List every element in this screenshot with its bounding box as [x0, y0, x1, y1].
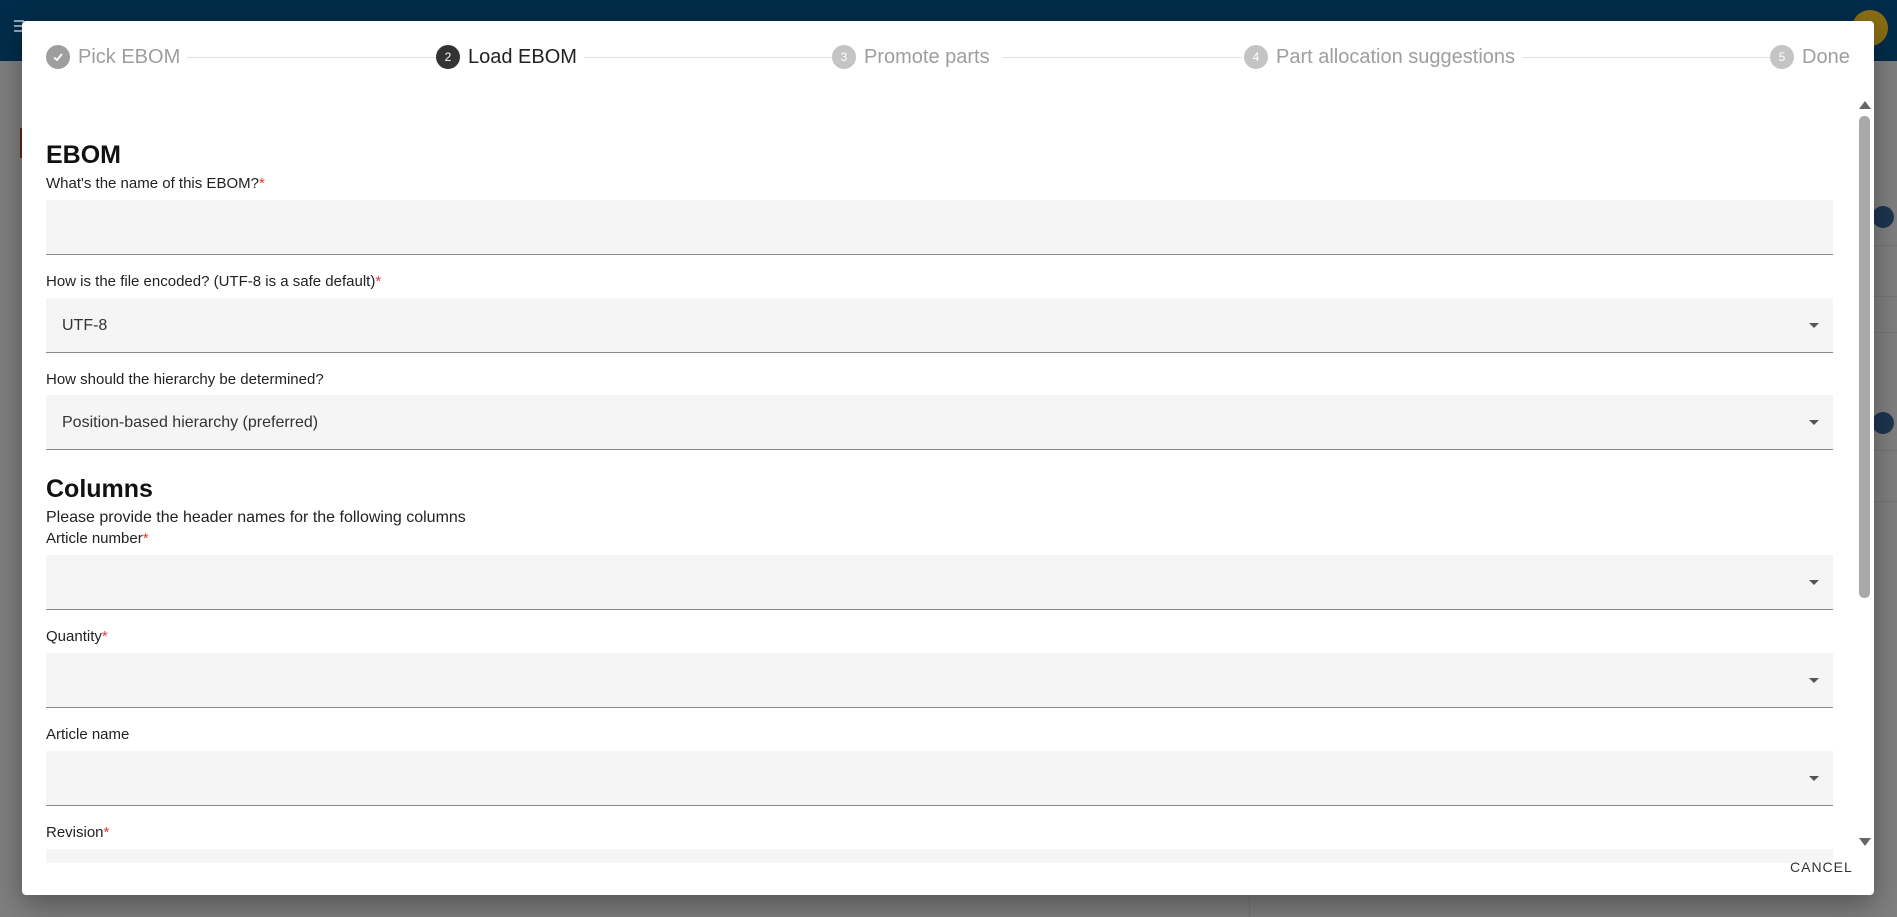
step-load-ebom[interactable]: 2 Load EBOM: [436, 45, 577, 69]
step-connector: [584, 57, 840, 58]
encoding-label: How is the file encoded? (UTF-8 is a saf…: [46, 273, 382, 290]
scroll-thumb[interactable]: [1859, 116, 1870, 598]
ebom-heading: EBOM: [46, 141, 121, 169]
step-label: Done: [1802, 45, 1850, 68]
step-label: Part allocation suggestions: [1276, 45, 1516, 68]
step-label: Load EBOM: [468, 45, 577, 68]
step-connector: [1522, 57, 1782, 58]
step-number: 5: [1770, 45, 1794, 69]
import-ebom-dialog: Pick EBOM 2 Load EBOM 3 Promote parts 4 …: [22, 21, 1874, 895]
hierarchy-label: How should the hierarchy be determined?: [46, 371, 324, 388]
step-number: 2: [436, 45, 460, 69]
step-connector: [1002, 57, 1242, 58]
cancel-button[interactable]: CANCEL: [1790, 859, 1853, 875]
revision-label: Revision*: [46, 824, 110, 841]
step-done[interactable]: 5 Done: [1770, 45, 1850, 69]
ebom-name-label: What's the name of this EBOM?*: [46, 175, 265, 192]
hierarchy-select[interactable]: Position-based hierarchy (preferred): [46, 395, 1833, 450]
step-label: Pick EBOM: [78, 45, 181, 68]
step-connector: [187, 57, 437, 58]
chevron-down-icon: [1809, 323, 1819, 328]
ebom-name-input[interactable]: [46, 200, 1833, 255]
step-pick-ebom[interactable]: Pick EBOM: [46, 45, 180, 69]
revision-select[interactable]: [46, 849, 1833, 863]
step-number: 3: [832, 45, 856, 69]
app-badge: [1872, 412, 1894, 434]
stepper: Pick EBOM 2 Load EBOM 3 Promote parts 4 …: [22, 21, 1874, 93]
chevron-down-icon: [1809, 776, 1819, 781]
encoding-select[interactable]: UTF-8: [46, 298, 1833, 353]
check-icon: [46, 45, 70, 69]
app-badge: [1872, 206, 1894, 228]
scroll-up-icon[interactable]: [1859, 101, 1871, 109]
article-number-select[interactable]: [46, 555, 1833, 610]
chevron-down-icon: [1809, 678, 1819, 683]
dialog-content: EBOM What's the name of this EBOM?* How …: [46, 103, 1833, 863]
step-part-allocation[interactable]: 4 Part allocation suggestions: [1244, 45, 1515, 69]
step-number: 4: [1244, 45, 1268, 69]
step-promote-parts[interactable]: 3 Promote parts: [832, 45, 990, 69]
step-label: Promote parts: [864, 45, 990, 68]
chevron-down-icon: [1809, 420, 1819, 425]
article-name-label: Article name: [46, 726, 130, 743]
quantity-label: Quantity*: [46, 628, 108, 645]
scrollbar[interactable]: [1856, 101, 1872, 846]
columns-help-text: Please provide the header names for the …: [46, 509, 466, 526]
article-name-select[interactable]: [46, 751, 1833, 806]
quantity-select[interactable]: [46, 653, 1833, 708]
columns-heading: Columns: [46, 475, 153, 503]
scroll-down-icon[interactable]: [1859, 838, 1871, 846]
chevron-down-icon: [1809, 580, 1819, 585]
article-number-label: Article number*: [46, 530, 149, 547]
